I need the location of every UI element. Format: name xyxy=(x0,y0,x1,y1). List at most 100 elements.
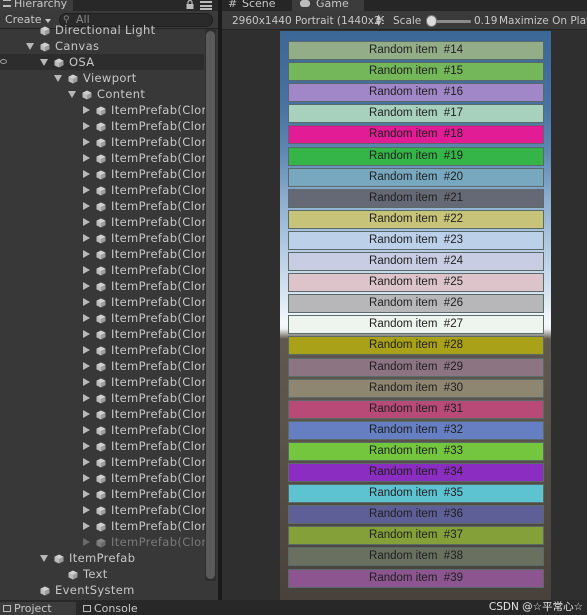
expand-arrow-icon[interactable] xyxy=(83,474,90,482)
hierarchy-row[interactable]: Viewport xyxy=(0,70,204,86)
expand-arrow-icon[interactable] xyxy=(83,234,90,242)
list-item[interactable]: Random item #22 xyxy=(288,210,544,229)
expand-arrow-icon[interactable] xyxy=(83,170,90,178)
tab-game[interactable]: Game xyxy=(292,0,364,11)
hierarchy-row[interactable]: ItemPrefab(Clon xyxy=(0,262,209,278)
hierarchy-row[interactable]: ItemPrefab(Clon xyxy=(0,374,209,390)
list-item[interactable]: Random item #19 xyxy=(288,147,544,166)
tab-console[interactable]: Console xyxy=(80,602,138,615)
expand-arrow-icon[interactable] xyxy=(83,282,90,290)
list-item[interactable]: Random item #16 xyxy=(288,83,544,102)
list-item[interactable]: Random item #35 xyxy=(288,484,544,503)
list-item[interactable]: Random item #26 xyxy=(288,294,544,313)
expand-arrow-icon[interactable] xyxy=(83,410,90,418)
hierarchy-row[interactable]: ItemPrefab(Clon xyxy=(0,390,209,406)
hierarchy-row[interactable]: ItemPrefab(Clon xyxy=(0,150,209,166)
hierarchy-row[interactable]: ItemPrefab(Clon xyxy=(0,358,209,374)
list-item[interactable]: Random item #27 xyxy=(288,315,544,334)
tab-project[interactable]: Project xyxy=(0,602,76,615)
hierarchy-row[interactable]: ItemPrefab(Clon xyxy=(0,198,209,214)
collapse-arrow-icon[interactable] xyxy=(40,555,48,562)
expand-arrow-icon[interactable] xyxy=(83,330,90,338)
list-item[interactable]: Random item #21 xyxy=(288,189,544,208)
hierarchy-row[interactable]: ItemPrefab(Clon xyxy=(0,470,209,486)
hierarchy-row[interactable]: ItemPrefab(Clon xyxy=(0,486,209,502)
list-item[interactable]: Random item #15 xyxy=(288,62,544,81)
hierarchy-row[interactable]: OSA xyxy=(0,54,204,70)
expand-arrow-icon[interactable] xyxy=(83,154,90,162)
maximize-on-play-toggle[interactable]: Maximize On Play xyxy=(499,14,587,28)
scale-slider-thumb[interactable] xyxy=(426,15,437,27)
expand-arrow-icon[interactable] xyxy=(83,218,90,226)
expand-arrow-icon[interactable] xyxy=(83,266,90,274)
list-item[interactable]: Random item #33 xyxy=(288,442,544,461)
collapse-arrow-icon[interactable] xyxy=(26,43,34,50)
list-item[interactable]: Random item #30 xyxy=(288,379,544,398)
expand-arrow-icon[interactable] xyxy=(83,458,90,466)
hierarchy-row[interactable]: ItemPrefab(Clon xyxy=(0,310,209,326)
expand-arrow-icon[interactable] xyxy=(83,202,90,210)
list-item[interactable]: Random item #34 xyxy=(288,463,544,482)
hierarchy-row[interactable]: ItemPrefab(Clon xyxy=(0,502,209,518)
hierarchy-row[interactable]: ItemPrefab(Clon xyxy=(0,422,209,438)
hierarchy-row[interactable]: ItemPrefab(Clon xyxy=(0,278,209,294)
lock-icon[interactable] xyxy=(186,0,194,9)
hierarchy-row[interactable]: ItemPrefab(Clon xyxy=(0,454,209,470)
hierarchy-row[interactable]: ItemPrefab(Clon xyxy=(0,294,209,310)
expand-arrow-icon[interactable] xyxy=(83,122,90,130)
hierarchy-row[interactable]: ItemPrefab(Clon xyxy=(0,518,209,534)
collapse-arrow-icon[interactable] xyxy=(40,59,48,66)
hierarchy-row[interactable]: Canvas xyxy=(0,38,204,54)
hierarchy-row[interactable]: ItemPrefab(Clon xyxy=(0,134,209,150)
expand-arrow-icon[interactable] xyxy=(83,538,90,546)
hierarchy-row[interactable]: ItemPrefab(Clon xyxy=(0,214,209,230)
list-item[interactable]: Random item #36 xyxy=(288,505,544,524)
hierarchy-row[interactable]: EventSystem xyxy=(0,582,204,598)
expand-arrow-icon[interactable] xyxy=(83,314,90,322)
list-item[interactable]: Random item #28 xyxy=(288,336,544,355)
list-item[interactable]: Random item #29 xyxy=(288,358,544,377)
hierarchy-row[interactable]: ItemPrefab(Clon xyxy=(0,166,209,182)
list-item[interactable]: Random item #24 xyxy=(288,252,544,271)
expand-arrow-icon[interactable] xyxy=(83,138,90,146)
list-item[interactable]: Random item #23 xyxy=(288,231,544,250)
panel-menu-icon[interactable] xyxy=(200,1,212,10)
list-item[interactable]: Random item #31 xyxy=(288,400,544,419)
list-item[interactable]: Random item #20 xyxy=(288,168,544,187)
expand-arrow-icon[interactable] xyxy=(83,250,90,258)
hierarchy-row[interactable]: ItemPrefab(Clon xyxy=(0,534,209,550)
hierarchy-row[interactable]: ItemPrefab(Clon xyxy=(0,230,209,246)
list-item[interactable]: Random item #18 xyxy=(288,125,544,144)
hierarchy-row[interactable]: ItemPrefab(Clon xyxy=(0,118,209,134)
list-item[interactable]: Random item #39 xyxy=(288,569,544,588)
hierarchy-row[interactable]: ItemPrefab(Clon xyxy=(0,102,209,118)
list-item[interactable]: Random item #38 xyxy=(288,547,544,566)
expand-arrow-icon[interactable] xyxy=(83,426,90,434)
resolution-dropdown[interactable]: 2960x1440 Portrait (1440x2960) xyxy=(232,14,384,28)
hierarchy-scroll-thumb[interactable] xyxy=(206,31,215,579)
expand-arrow-icon[interactable] xyxy=(83,378,90,386)
collapse-arrow-icon[interactable] xyxy=(54,75,62,82)
expand-arrow-icon[interactable] xyxy=(83,490,90,498)
hierarchy-row[interactable]: Text xyxy=(0,566,204,582)
expand-arrow-icon[interactable] xyxy=(83,442,90,450)
hierarchy-row[interactable]: ItemPrefab(Clon xyxy=(0,342,209,358)
expand-arrow-icon[interactable] xyxy=(83,362,90,370)
expand-arrow-icon[interactable] xyxy=(83,346,90,354)
eye-icon[interactable] xyxy=(0,59,7,64)
expand-arrow-icon[interactable] xyxy=(83,394,90,402)
hierarchy-row[interactable]: ItemPrefab xyxy=(0,550,204,566)
collapse-arrow-icon[interactable] xyxy=(68,91,76,98)
expand-arrow-icon[interactable] xyxy=(83,506,90,514)
list-item[interactable]: Random item #25 xyxy=(288,273,544,292)
hierarchy-row[interactable]: ItemPrefab(Clon xyxy=(0,406,209,422)
list-item[interactable]: Random item #37 xyxy=(288,526,544,545)
tab-scene[interactable]: # Scene xyxy=(228,0,276,11)
hierarchy-row[interactable]: Directional Light xyxy=(0,22,204,38)
expand-arrow-icon[interactable] xyxy=(83,106,90,114)
hierarchy-row[interactable]: ItemPrefab(Clon xyxy=(0,438,209,454)
hierarchy-row[interactable]: ItemPrefab(Clon xyxy=(0,326,209,342)
hierarchy-scrollbar[interactable] xyxy=(205,29,216,581)
list-item[interactable]: Random item #32 xyxy=(288,421,544,440)
hierarchy-row[interactable]: Content xyxy=(0,86,204,102)
